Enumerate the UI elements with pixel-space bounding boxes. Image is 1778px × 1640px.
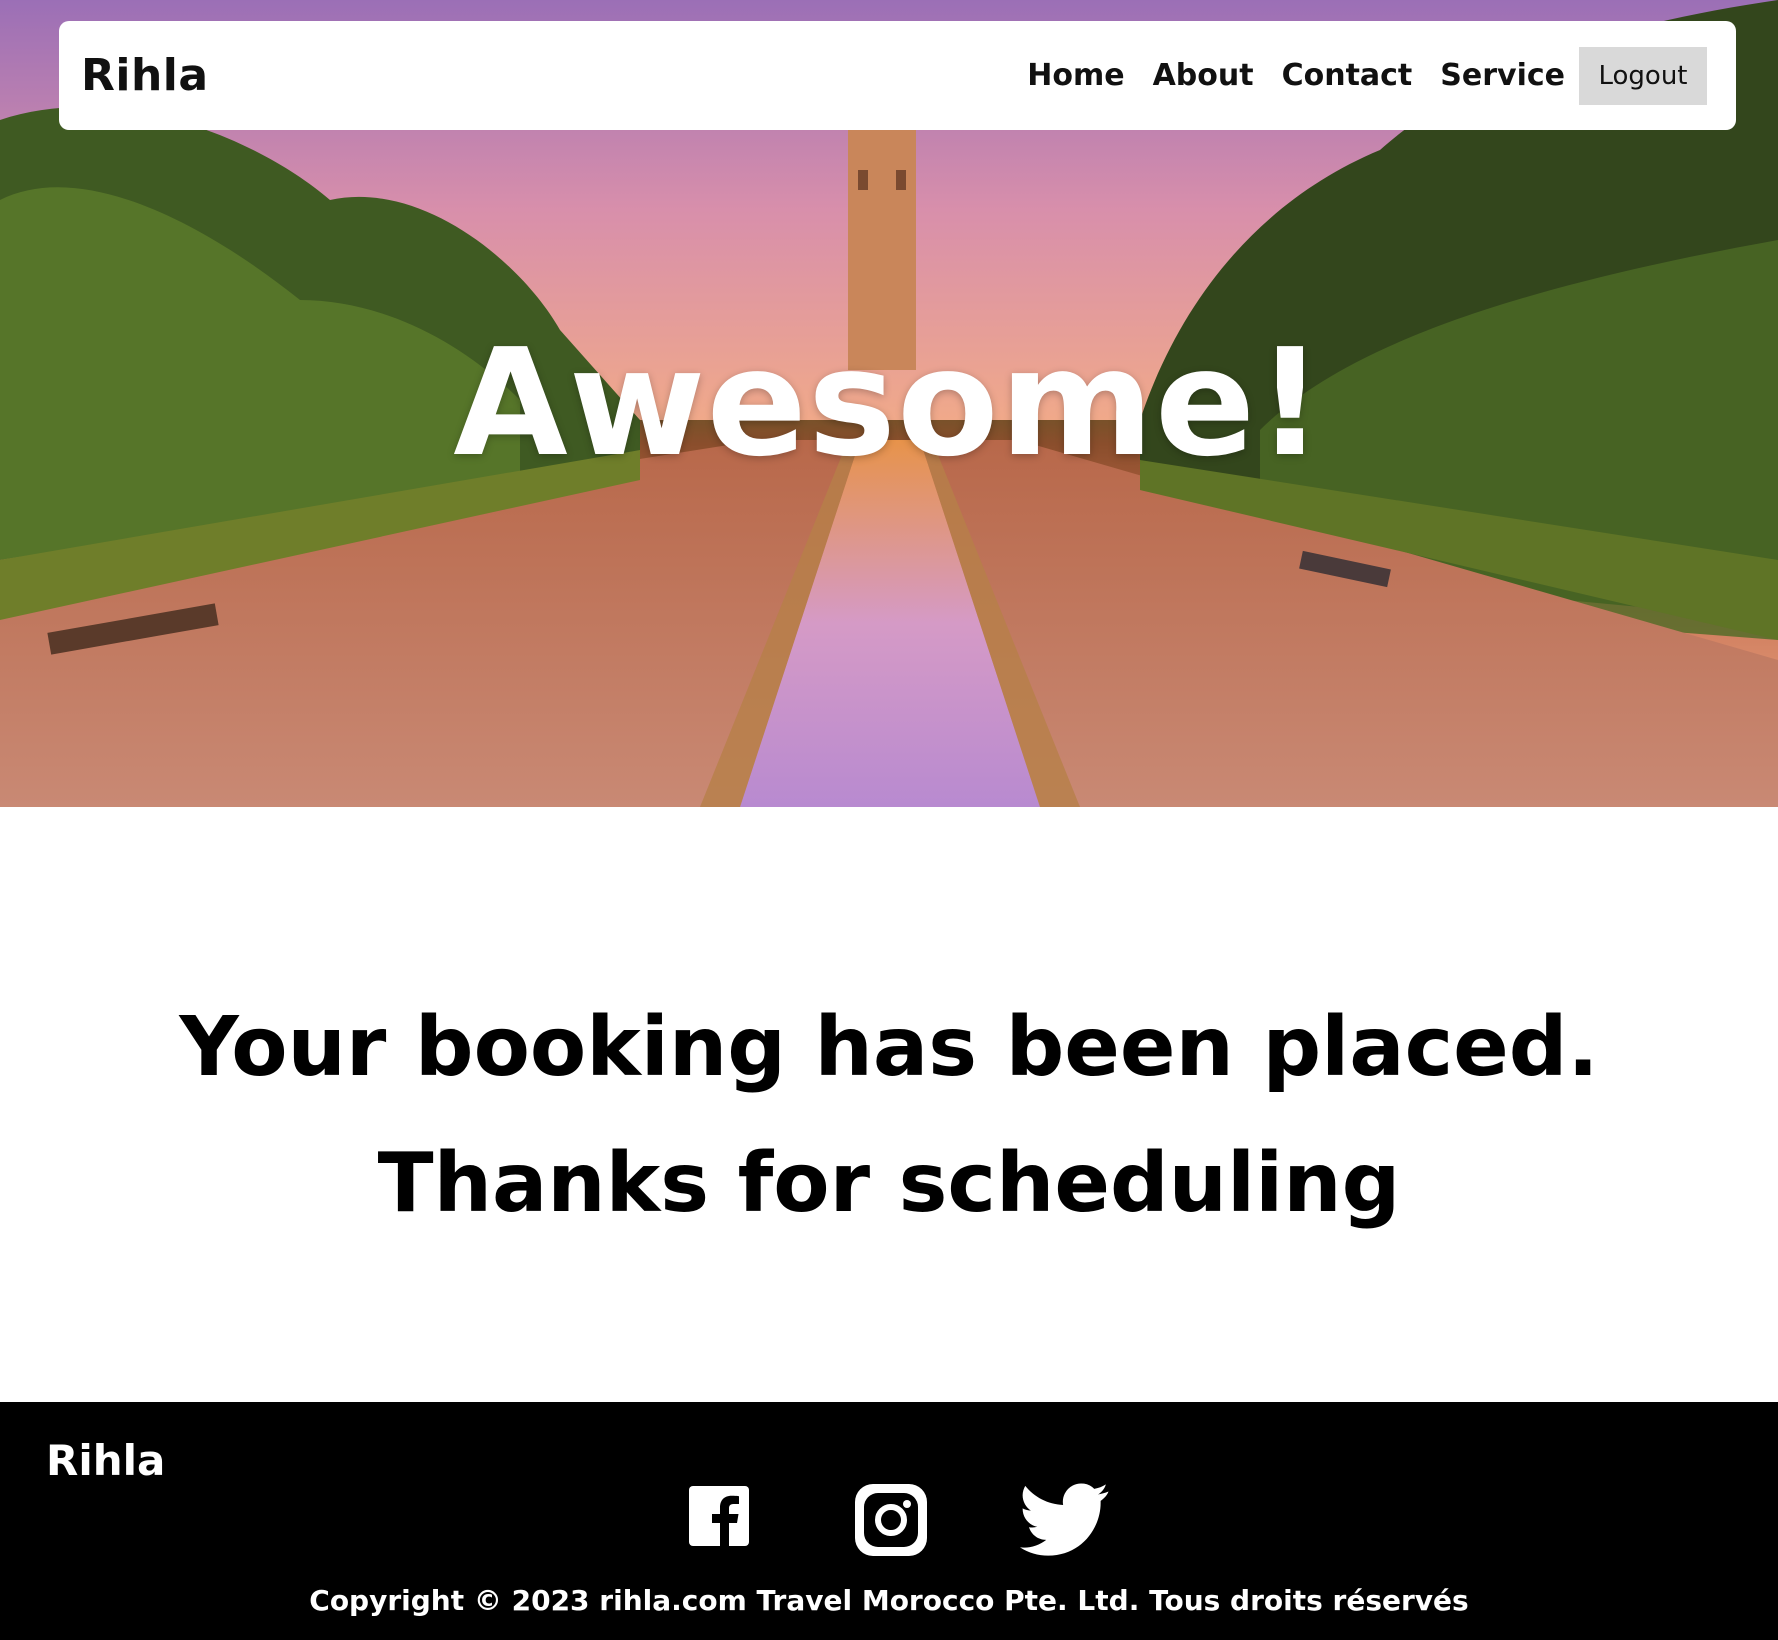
confirmation-line-1: Your booking has been placed. — [179, 1000, 1599, 1095]
nav-home-link[interactable]: Home — [1027, 58, 1124, 93]
booking-confirmation: Your booking has been placed. Thanks for… — [0, 980, 1778, 1252]
confirmation-line-2: Thanks for scheduling — [377, 1136, 1401, 1231]
twitter-icon[interactable] — [1020, 1482, 1110, 1562]
social-links — [0, 1482, 1778, 1562]
nav-service-link[interactable]: Service — [1440, 58, 1565, 93]
brand-logo[interactable]: Rihla — [81, 50, 209, 101]
nav-contact-link[interactable]: Contact — [1282, 58, 1413, 93]
hero-title: Awesome! — [453, 317, 1325, 489]
facebook-icon[interactable] — [689, 1486, 749, 1550]
footer-brand: Rihla — [46, 1436, 166, 1485]
instagram-icon[interactable] — [855, 1484, 927, 1560]
logout-button[interactable]: Logout — [1579, 46, 1707, 105]
footer: Rihla Copyright © 2023 rihla.com Travel — [0, 1402, 1778, 1640]
nav-about-link[interactable]: About — [1153, 58, 1254, 93]
nav-links: Home About Contact Service Logout — [999, 46, 1707, 105]
copyright-text: Copyright © 2023 rihla.com Travel Morocc… — [309, 1584, 1469, 1617]
top-navbar: Rihla Home About Contact Service Logout — [59, 21, 1736, 130]
